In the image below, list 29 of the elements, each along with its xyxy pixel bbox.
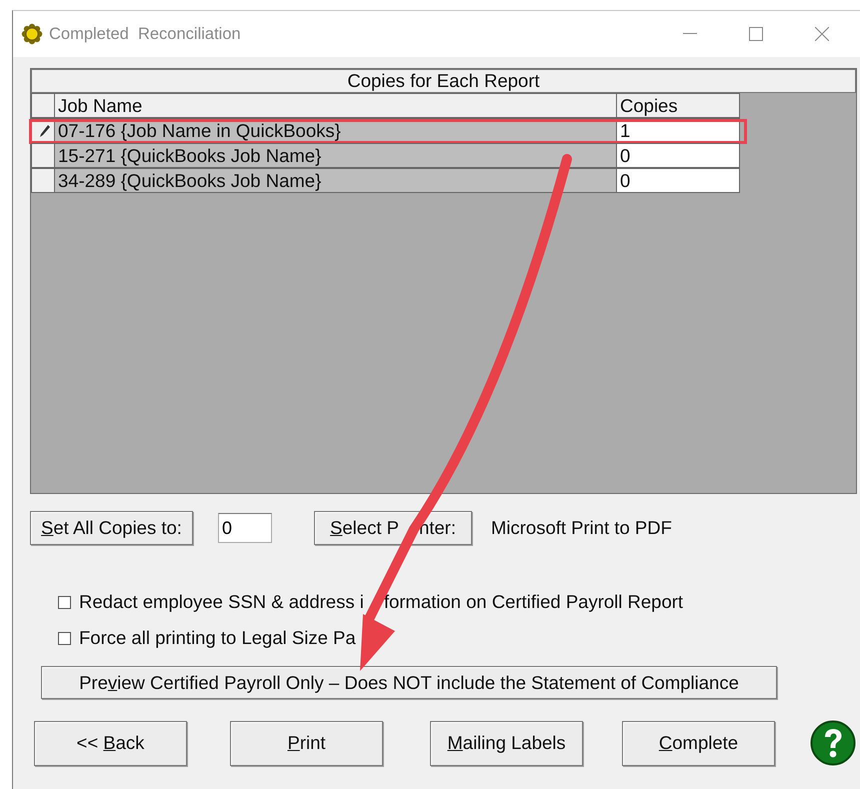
sun-icon: [21, 23, 43, 45]
pencil-icon: [39, 124, 51, 138]
grid-title: Copies for Each Report: [31, 69, 856, 93]
action-button[interactable]: << Back: [34, 720, 187, 766]
preview-button[interactable]: Preview Certified Payroll Only – Does NOT include the Statement of Compliance: [41, 666, 777, 699]
copies-cell[interactable]: 0: [617, 143, 740, 168]
checkbox[interactable]: [58, 596, 71, 608]
set-all-copies-button[interactable]: Set All Copies to:: [30, 511, 193, 545]
close-icon[interactable]: [815, 27, 829, 41]
action-button[interactable]: Mailing Labels: [430, 720, 583, 766]
row-selector[interactable]: [31, 143, 55, 168]
column-header: Job Name: [55, 93, 617, 118]
checkbox[interactable]: [58, 632, 71, 644]
minimize-icon[interactable]: [683, 33, 697, 35]
printer-name: Microsoft Print to PDF: [491, 517, 672, 539]
table-cell: 34-289 {QuickBooks Job Name}: [55, 168, 617, 193]
copies-cell[interactable]: 0: [617, 168, 740, 193]
table-cell: 15-271 {QuickBooks Job Name}: [55, 143, 617, 168]
column-header: Copies: [617, 93, 740, 118]
checkbox-label: Redact employee SSN & address i formation on Certified Payroll Report: [79, 591, 684, 613]
window-title: Completed Reconciliation: [49, 24, 242, 44]
select-printer-button[interactable]: Select P nter:: [314, 511, 472, 545]
help-icon[interactable]: [810, 720, 856, 766]
copies-input[interactable]: 0: [218, 513, 272, 543]
action-button[interactable]: Print: [230, 720, 383, 766]
row-selector[interactable]: [31, 168, 55, 193]
maximize-icon[interactable]: [749, 27, 763, 41]
checkbox-label: Force all printing to Legal Size Pa: [79, 627, 356, 649]
action-button[interactable]: Complete: [622, 720, 775, 766]
